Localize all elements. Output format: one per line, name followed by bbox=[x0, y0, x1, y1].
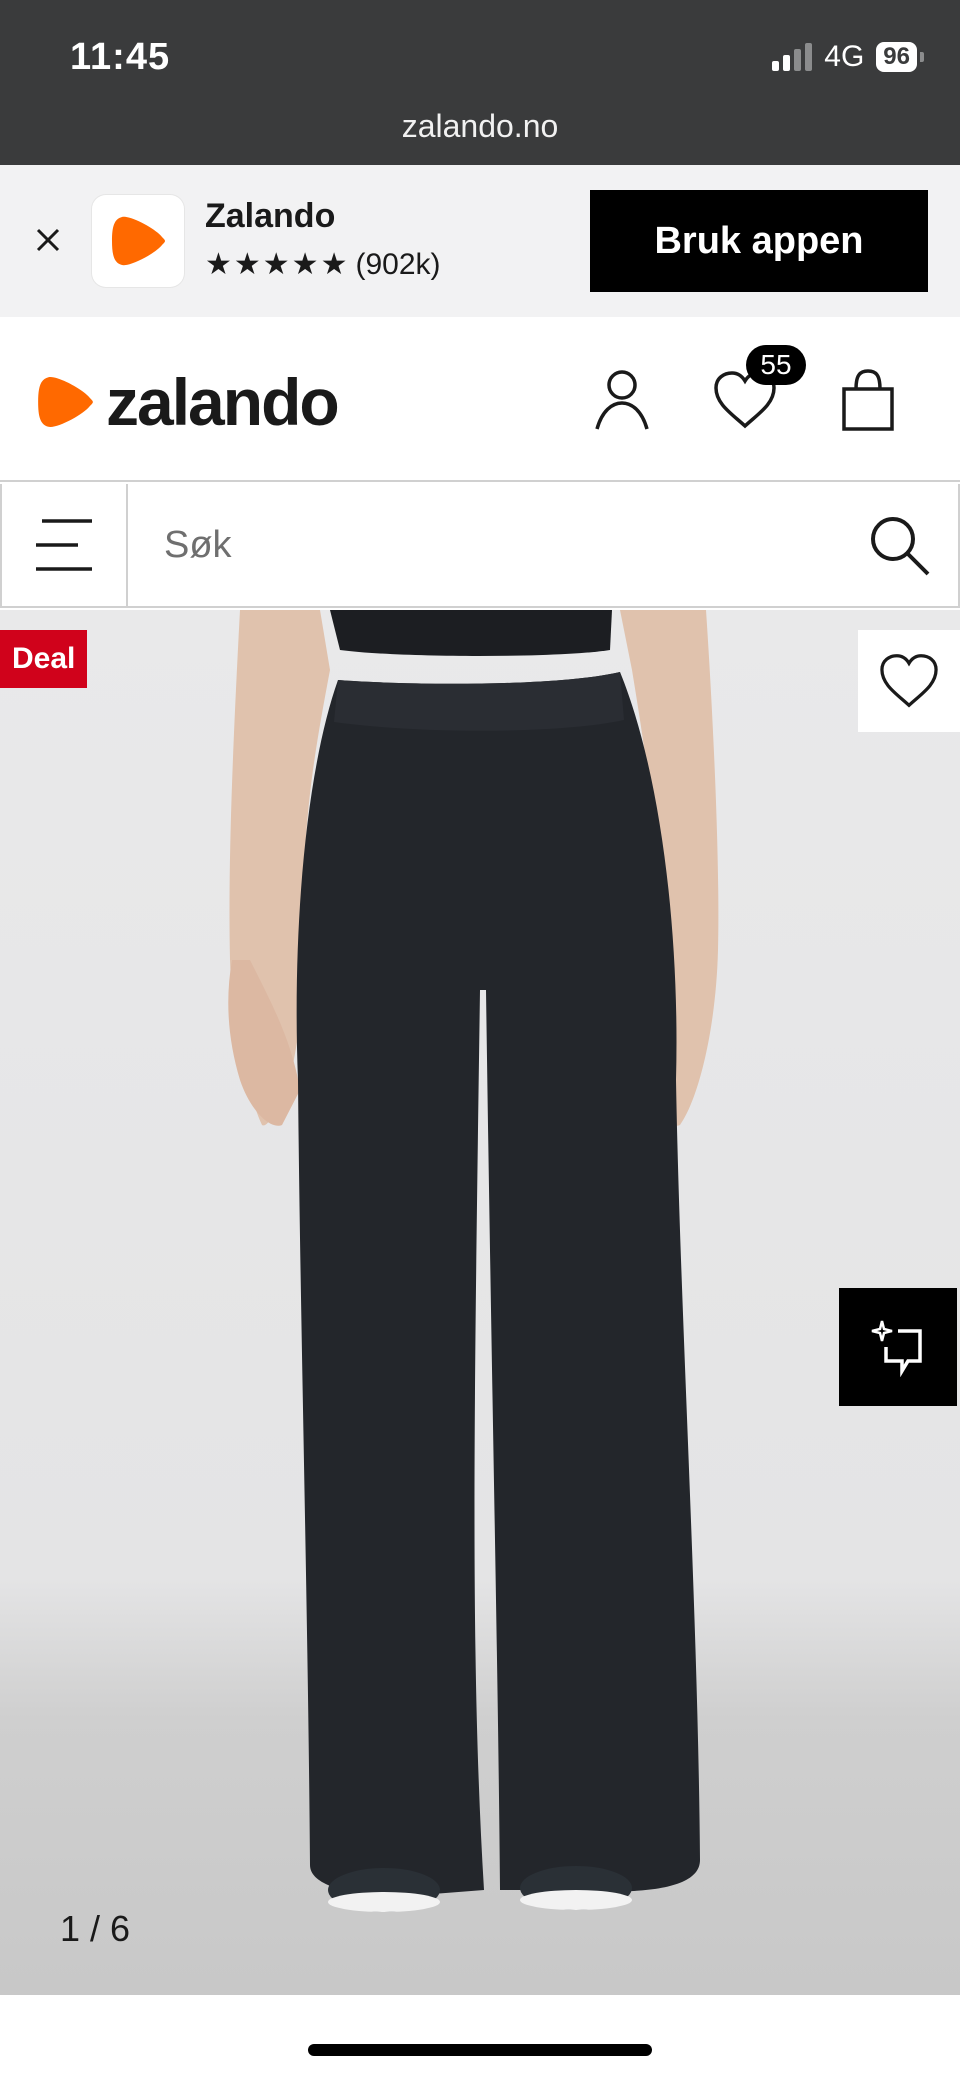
search-input[interactable] bbox=[128, 484, 858, 606]
account-icon[interactable] bbox=[587, 365, 657, 435]
add-to-wishlist-button[interactable] bbox=[858, 630, 960, 732]
star-rating-icon: ★★★★★ bbox=[205, 248, 350, 281]
product-image-gallery[interactable]: Deal 1 / 6 bbox=[0, 610, 960, 1995]
search-bar bbox=[0, 484, 960, 608]
app-icon bbox=[92, 195, 184, 287]
ai-assistant-button[interactable] bbox=[839, 1288, 957, 1406]
battery-icon: 96 bbox=[876, 42, 917, 72]
shopping-bag-icon[interactable] bbox=[833, 365, 903, 435]
status-bar: 11:45 4G 96 zalando.no bbox=[0, 0, 960, 165]
app-name: Zalando bbox=[205, 197, 336, 235]
zalando-logo[interactable]: zalando bbox=[34, 365, 340, 439]
home-indicator[interactable] bbox=[308, 2044, 652, 2056]
address-bar[interactable]: zalando.no bbox=[0, 108, 960, 145]
hamburger-menu-icon bbox=[36, 519, 92, 571]
open-app-button[interactable]: Bruk appen bbox=[590, 190, 928, 292]
app-install-banner: Zalando ★★★★★ (902k) Bruk appen bbox=[0, 165, 960, 317]
search-icon[interactable] bbox=[866, 512, 932, 578]
network-type: 4G bbox=[824, 40, 865, 73]
zalando-logo-icon bbox=[38, 377, 93, 427]
status-time: 11:45 bbox=[70, 36, 171, 78]
product-photo bbox=[228, 610, 719, 1912]
rating-count: (902k) bbox=[355, 247, 441, 281]
logo-text: zalando bbox=[106, 365, 340, 439]
battery-tip bbox=[920, 52, 924, 62]
menu-button[interactable] bbox=[0, 484, 128, 606]
heart-icon bbox=[880, 654, 938, 708]
site-header: zalando 55 bbox=[0, 317, 960, 482]
image-counter: 1 / 6 bbox=[60, 1908, 131, 1949]
deal-badge: Deal bbox=[0, 630, 88, 688]
signal-icon bbox=[772, 43, 813, 71]
app-rating: ★★★★★ (902k) bbox=[205, 247, 441, 282]
close-icon[interactable] bbox=[28, 220, 68, 260]
zalando-logo-icon bbox=[112, 216, 165, 266]
sparkle-chat-icon bbox=[871, 1320, 922, 1377]
product-details bbox=[0, 1995, 960, 2079]
wishlist-count-badge: 55 bbox=[746, 345, 806, 385]
status-indicators: 4G 96 bbox=[772, 40, 924, 74]
